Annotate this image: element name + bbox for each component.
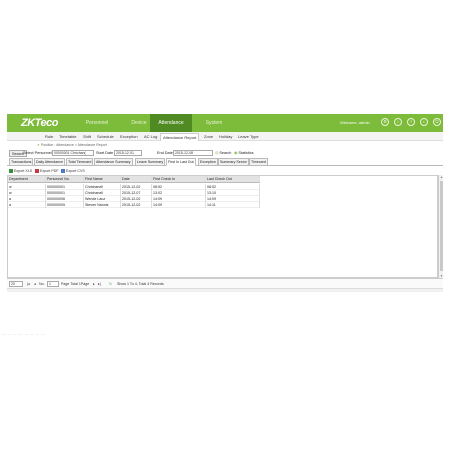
end-date-label: End Date — [157, 151, 173, 155]
subnav-exception[interactable]: Exception — [118, 133, 140, 141]
col-header-department[interactable]: Department — [8, 176, 46, 182]
records-summary: Show 1 To 4, Total 4 Records — [117, 282, 164, 286]
search-button-label: Search — [219, 151, 232, 155]
excel-icon — [9, 169, 13, 174]
col-header-first-check-in[interactable]: First Check In — [152, 176, 206, 182]
personnel-label: Select Personnel — [23, 151, 52, 155]
start-date-input[interactable]: 2015-12-01 — [114, 150, 142, 156]
pdf-icon — [35, 169, 39, 174]
prev-page-icon[interactable]: ◂ — [34, 281, 36, 287]
subnav-shift[interactable]: Shift — [81, 133, 93, 141]
export-cvs-label: Export CVS — [66, 169, 85, 173]
subnav-zone[interactable]: Zone — [202, 133, 215, 141]
page-number-label: No. — [39, 282, 45, 286]
scroll-up-icon[interactable]: ▲ — [439, 175, 444, 179]
tab-exception[interactable]: Exception — [198, 158, 218, 166]
table-cell: 2015-12-02 — [121, 202, 152, 208]
vertical-scrollbar[interactable]: ▲ ▼ — [438, 175, 443, 278]
welcome-text: Welcome, admin — [340, 120, 370, 125]
export-bar: Export XLS Export PDF Export CVS — [7, 167, 443, 175]
subnav-timetable[interactable]: Timetable — [57, 133, 78, 141]
tab-summary-sector[interactable]: Summary Sector — [218, 158, 249, 166]
tab-attendance-summary[interactable]: Attendance Summary — [94, 158, 133, 166]
start-date-label: Start Date — [96, 151, 114, 155]
statistics-button-label: Statistics — [238, 151, 254, 155]
scroll-thumb[interactable] — [440, 181, 443, 271]
report-tabs: Transactions Daily Attendance Total Time… — [7, 158, 443, 166]
page-number-input[interactable]: 1 — [47, 281, 59, 287]
nav-tab-system[interactable]: System — [192, 114, 236, 132]
col-header-personnel-no[interactable]: Personnel No. — [46, 176, 84, 182]
col-header-first-name[interactable]: First Name — [84, 176, 121, 182]
pager-bar: 20 |◂ ◂ No. 1 Page Total 1Page ▸ ▸| ↻ Sh… — [7, 278, 443, 288]
search-button[interactable]: ◎ Search — [215, 150, 231, 157]
export-pdf-label: Export PDF — [40, 169, 59, 173]
footer-divider: — · — · — · — · — · — · — · — — [2, 332, 45, 336]
lock-icon[interactable]: ▪ — [420, 118, 428, 126]
statistics-icon: ◉ — [234, 151, 238, 155]
export-xls-label: Export XLS — [14, 169, 33, 173]
subnav-holiday[interactable]: Holiday — [217, 133, 234, 141]
table-cell: a — [8, 202, 46, 208]
nav-tab-attendance[interactable]: Attendance — [150, 114, 192, 132]
table-cell: Steven Nannis — [84, 202, 121, 208]
zkteco-logo: ZKTeco — [21, 117, 58, 129]
first-page-icon[interactable]: |◂ — [27, 281, 30, 287]
horizontal-scrollbar[interactable] — [7, 288, 443, 292]
breadcrumb-text: Position : Attendance > Attendance Repor… — [40, 143, 107, 147]
tab-transactions[interactable]: Transactions — [9, 158, 34, 166]
help-icon[interactable]: ? — [407, 118, 415, 126]
csv-icon — [61, 169, 65, 174]
table-cell: 000000005 — [46, 202, 84, 208]
app-window: ZKTeco Personnel Device Attendance Syste… — [7, 114, 443, 292]
last-page-icon[interactable]: ▸| — [98, 281, 101, 287]
next-page-icon[interactable]: ▸ — [93, 281, 95, 287]
table-row[interactable]: a 000000005 Steven Nannis 2015-12-02 14:09 14… — [8, 202, 260, 208]
subnav-leave-type[interactable]: Leave Type — [236, 133, 261, 141]
tab-first-in-last-out[interactable]: First In Last Out — [166, 158, 196, 166]
end-date-input[interactable]: 2015-12-08 — [173, 150, 213, 156]
filter-row: Search Select Personnel 00000001 Chricha… — [7, 149, 443, 158]
breadcrumb: ❧ Position : Attendance > Attendance Rep… — [37, 143, 107, 147]
subnav-ac-log[interactable]: AC Log — [142, 133, 159, 141]
report-table: Department Personnel No. First Name Date… — [7, 175, 438, 278]
attendance-subnav: Rule Timetable Shift Schedule Exception … — [7, 132, 443, 141]
export-cvs-button[interactable]: Export CVS — [61, 168, 85, 174]
personnel-select[interactable]: 00000001 Chrichan( — [52, 150, 94, 156]
tab-leave-summary[interactable]: Leave Summary — [135, 158, 166, 166]
gear-icon[interactable]: ⚙ — [381, 118, 389, 126]
table-cell: 14:09 — [152, 202, 206, 208]
page-total-text: Page Total 1Page — [61, 282, 90, 286]
tab-total-timecard[interactable]: Total Timecard — [66, 158, 94, 166]
subnav-attendance-report[interactable]: Attendance Report — [160, 133, 200, 141]
table-cell: 14:11 — [206, 202, 260, 208]
subnav-schedule[interactable]: Schedule — [95, 133, 116, 141]
export-pdf-button[interactable]: Export PDF — [35, 168, 59, 174]
col-header-last-check-out[interactable]: Last Check Out — [206, 176, 260, 182]
export-xls-button[interactable]: Export XLS — [9, 168, 32, 174]
top-nav-bar: ZKTeco Personnel Device Attendance Syste… — [7, 114, 443, 132]
table-header: Department Personnel No. First Name Date… — [8, 176, 260, 183]
tab-daily-attendance[interactable]: Daily Attendance — [34, 158, 65, 166]
search-icon: ◎ — [215, 151, 219, 155]
power-icon[interactable]: ⏻ — [433, 118, 441, 126]
page-size-select[interactable]: 20 — [9, 281, 23, 287]
tab-timecard[interactable]: Timecard — [249, 158, 268, 166]
nav-tab-personnel[interactable]: Personnel — [75, 114, 119, 132]
statistics-button[interactable]: ◉ Statistics — [234, 150, 254, 157]
refresh-icon[interactable]: ↻ — [109, 281, 112, 287]
info-icon[interactable]: i — [394, 118, 402, 126]
subnav-rule[interactable]: Rule — [43, 133, 55, 141]
col-header-date[interactable]: Date — [121, 176, 152, 182]
